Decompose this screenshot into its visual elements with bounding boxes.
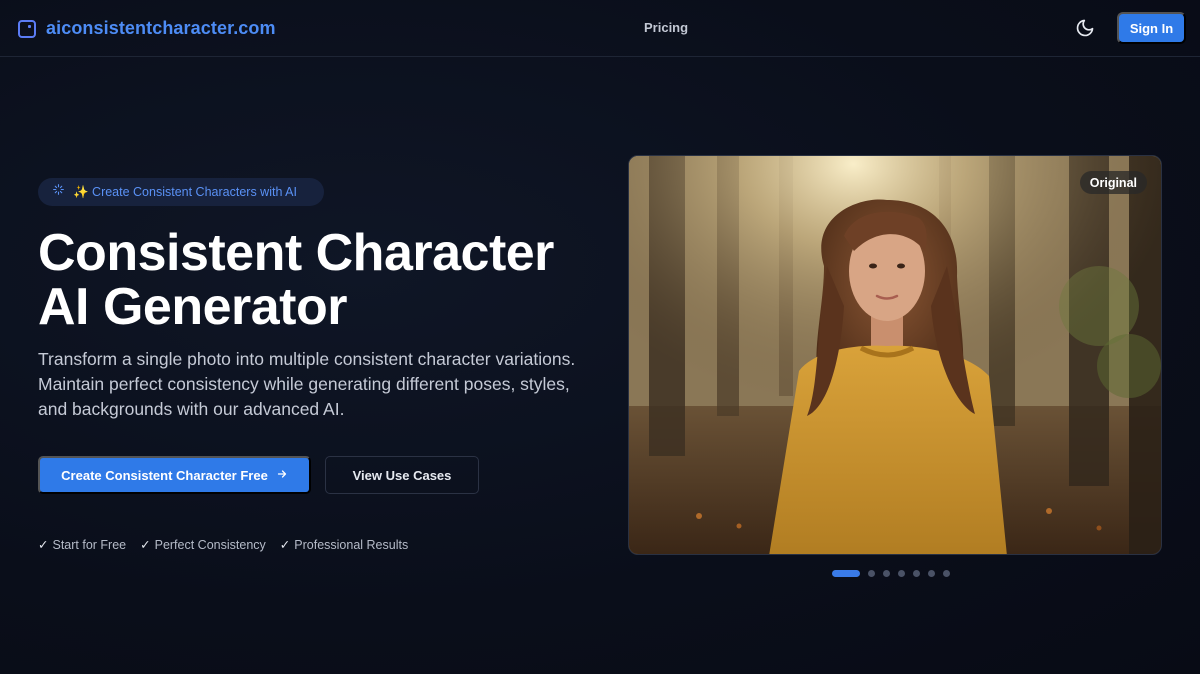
character-image[interactable]: Original	[628, 155, 1162, 555]
moon-icon[interactable]	[1074, 17, 1096, 39]
logo-text: aiconsistentcharacter.com	[46, 18, 276, 38]
hero-title-line1: Consistent Character	[38, 224, 554, 282]
nav-pricing-link[interactable]: Pricing	[644, 20, 688, 35]
check-icon: ✓	[140, 538, 151, 552]
check-icon: ✓	[279, 538, 291, 552]
sign-in-button[interactable]: Sign In	[1117, 12, 1186, 44]
create-character-button[interactable]: Create Consistent Character Free	[38, 456, 311, 494]
hero-badge: ✨ Create Consistent Characters with AI	[38, 178, 324, 206]
feature-item: ✓ Professional Results	[279, 537, 409, 553]
view-use-cases-button[interactable]: View Use Cases	[325, 456, 479, 494]
logo-link[interactable]: aiconsistentcharacter.com	[18, 18, 276, 39]
character-illustration	[629, 156, 1161, 554]
carousel-dot[interactable]	[943, 570, 950, 577]
hero-title: Consistent Character AI Generator	[38, 226, 598, 334]
carousel-dot[interactable]	[832, 570, 860, 577]
site-header: aiconsistentcharacter.com Pricing Sign I…	[0, 0, 1200, 57]
feature-list: ✓ Start for Free ✓ Perfect Consistency ✓…	[38, 537, 409, 553]
arrow-right-icon	[276, 468, 288, 483]
hero-title-line2: AI Generator	[38, 278, 347, 336]
sparkle-icon	[52, 183, 65, 201]
create-character-button-label: Create Consistent Character Free	[61, 467, 268, 483]
feature-item: ✓ Perfect Consistency	[140, 537, 266, 553]
image-label-badge: Original	[1079, 171, 1147, 194]
feature-item: ✓ Start for Free	[38, 537, 127, 553]
carousel-dot[interactable]	[913, 570, 920, 577]
carousel-dot[interactable]	[898, 570, 905, 577]
check-icon: ✓	[38, 538, 49, 552]
hero-subtitle: Transform a single photo into multiple c…	[38, 349, 576, 419]
logo-icon	[18, 19, 36, 38]
hero-badge-text: ✨ Create Consistent Characters with AI	[73, 184, 297, 199]
feature-label: Professional Results	[294, 537, 409, 552]
carousel-dots	[832, 570, 950, 577]
carousel-dot[interactable]	[868, 570, 875, 577]
carousel-dot[interactable]	[883, 570, 890, 577]
carousel-dot[interactable]	[928, 570, 935, 577]
feature-label: Start for Free	[52, 537, 127, 552]
feature-label: Perfect Consistency	[154, 537, 266, 552]
